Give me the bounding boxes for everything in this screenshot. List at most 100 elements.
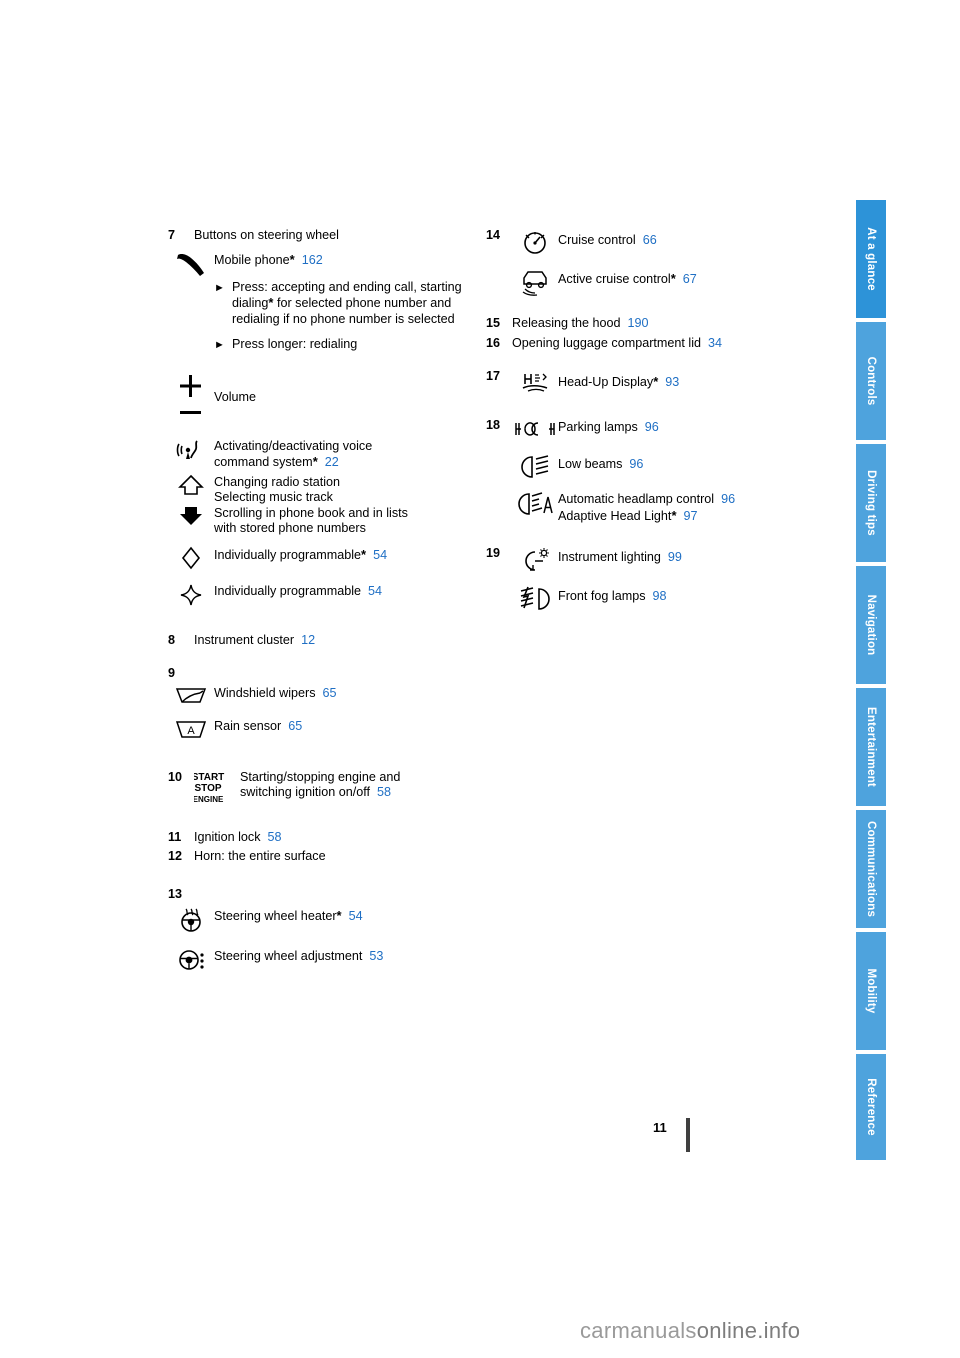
tab-reference[interactable]: Reference xyxy=(856,1054,886,1160)
item-number: 16 xyxy=(486,335,501,350)
front-fog-lamps-text: Front fog lamps 98 xyxy=(558,585,786,605)
steering-wheel-adjustment-icon xyxy=(168,947,214,972)
tab-at-a-glance[interactable]: At a glance xyxy=(856,200,886,318)
windshield-wipers-text: Windshield wipers 65 xyxy=(214,684,468,702)
item-text: Ignition lock 58 xyxy=(194,830,468,846)
radio-line-4: with stored phone numbers xyxy=(214,521,366,535)
item-number: 17 xyxy=(486,369,501,383)
list-item-13: 13 xyxy=(168,887,468,903)
triangle-bullet-icon: ► xyxy=(214,281,225,294)
page-ref: 96 xyxy=(644,420,659,434)
steering-wheel-adjustment-row: Steering wheel adjustment 53 xyxy=(168,947,468,972)
tab-label: At a glance xyxy=(865,227,877,291)
list-item-18: 18 Parking lamps 96 xyxy=(486,418,786,439)
parking-lamps-icon xyxy=(512,418,558,439)
mobile-phone-row: Mobile phone* 162 xyxy=(168,250,468,277)
low-beams-label: Low beams xyxy=(558,457,623,471)
tab-mobility[interactable]: Mobility xyxy=(856,932,886,1050)
item-number: 11 xyxy=(168,829,182,844)
tab-entertainment[interactable]: Entertainment xyxy=(856,688,886,806)
programmable-1-text: Individually programmable* 54 xyxy=(214,545,468,564)
item-number: 12 xyxy=(168,849,183,863)
tab-communications[interactable]: Communications xyxy=(856,810,886,928)
tab-navigation[interactable]: Navigation xyxy=(856,566,886,684)
releasing-hood-label: Releasing the hood xyxy=(512,316,621,330)
footnote-star: * xyxy=(671,507,677,523)
up-down-arrow-icons xyxy=(168,473,214,528)
windshield-wipers-label: Windshield wipers xyxy=(214,685,316,700)
steering-wheel-heater-icon xyxy=(168,906,214,933)
page-ref: 66 xyxy=(642,233,657,247)
list-item: ► Press: accepting and ending call, star… xyxy=(214,280,468,328)
mobile-phone-text: Mobile phone* 162 xyxy=(214,250,468,269)
head-up-display-icon xyxy=(512,369,558,396)
programmable-1-label: Individually programmable xyxy=(214,547,361,562)
voice-command-icon xyxy=(168,437,214,462)
page-ref: 93 xyxy=(665,375,680,389)
tab-label: Driving tips xyxy=(865,470,877,536)
diamond-icon xyxy=(168,545,214,570)
programmable-2-text: Individually programmable 54 xyxy=(214,582,468,600)
automatic-headlamp-row: Automatic headlamp control 96 Adaptive H… xyxy=(486,490,786,524)
automatic-headlamp-control-icon xyxy=(512,490,558,517)
radio-text: Changing radio station Selecting music t… xyxy=(214,473,468,537)
list-item-12: 12 Horn: the entire surface xyxy=(168,849,468,865)
list-item-8: 8 Instrument cluster 12 xyxy=(168,633,468,649)
windshield-wipers-row: Windshield wipers 65 xyxy=(168,684,468,707)
rain-sensor-icon: A xyxy=(168,717,214,740)
mobile-phone-label: Mobile phone xyxy=(214,252,290,267)
manual-page: At a glance Controls Driving tips Naviga… xyxy=(0,0,960,1358)
list-item-7: 7 Buttons on steering wheel xyxy=(168,228,468,244)
list-item-15: 15 Releasing the hood 190 xyxy=(486,316,786,332)
rain-sensor-text: Rain sensor 65 xyxy=(214,717,468,735)
footnote-star: * xyxy=(653,374,659,389)
parking-lamps-label: Parking lamps xyxy=(558,420,638,434)
rain-sensor-row: A Rain sensor 65 xyxy=(168,717,468,740)
bullet-text: Press longer: redialing xyxy=(232,337,358,351)
page-ref: 67 xyxy=(682,272,697,286)
arrow-down-icon xyxy=(180,506,202,525)
page-ref: 96 xyxy=(629,457,644,471)
fog-lamps-label: Front fog lamps xyxy=(558,589,646,603)
cruise-control-text: Cruise control 66 xyxy=(558,228,786,249)
list-item-16: 16 Opening luggage compartment lid 34 xyxy=(486,336,786,352)
rain-sensor-label: Rain sensor xyxy=(214,718,282,733)
volume-row: Volume xyxy=(168,372,468,423)
item-number: 8 xyxy=(168,632,176,647)
footnote-star: * xyxy=(312,454,318,469)
low-beams-text: Low beams 96 xyxy=(558,453,786,473)
low-beams-icon xyxy=(512,453,558,480)
folio-bar xyxy=(686,1118,690,1152)
page-ref: 54 xyxy=(368,583,383,598)
start-stop-line-1: Starting/stopping engine and xyxy=(240,769,401,784)
page-ref: 22 xyxy=(324,455,339,469)
list-item-11: 11 Ignition lock 58 xyxy=(168,830,468,846)
page-ref: 65 xyxy=(288,718,303,733)
page-ref: 190 xyxy=(627,316,649,330)
footnote-star: * xyxy=(289,251,295,267)
page-ref: 96 xyxy=(721,492,736,506)
footnote-star: * xyxy=(670,271,676,286)
hud-label: Head-Up Display xyxy=(558,375,654,389)
page-ref: 97 xyxy=(683,508,698,523)
tab-label: Communications xyxy=(865,820,877,918)
tab-label: Navigation xyxy=(865,594,877,656)
item-number: 10 xyxy=(168,769,183,784)
list-item-10: 10 START STOP ENGINE Starting/stopping e… xyxy=(168,768,468,808)
radio-line-2: Selecting music track xyxy=(214,490,333,504)
front-fog-lamps-row: Front fog lamps 98 xyxy=(486,585,786,612)
item-number: 14 xyxy=(486,228,501,242)
footnote-star: * xyxy=(361,546,367,562)
item-number: 13 xyxy=(168,886,183,901)
page-ref: 54 xyxy=(373,547,388,562)
voice-command-row: Activating/deactivating voice command sy… xyxy=(168,437,468,471)
item-title: Buttons on steering wheel xyxy=(194,228,339,242)
svg-text:STOP: STOP xyxy=(194,783,221,794)
start-stop-line-2: switching ignition on/off xyxy=(240,785,370,799)
tab-driving-tips[interactable]: Driving tips xyxy=(856,444,886,562)
tab-controls[interactable]: Controls xyxy=(856,322,886,440)
head-up-display-text: Head-Up Display* 93 xyxy=(558,369,786,391)
item-number: 15 xyxy=(486,316,501,330)
cruise-control-label: Cruise control xyxy=(558,233,636,247)
low-beams-row: Low beams 96 xyxy=(486,453,786,480)
